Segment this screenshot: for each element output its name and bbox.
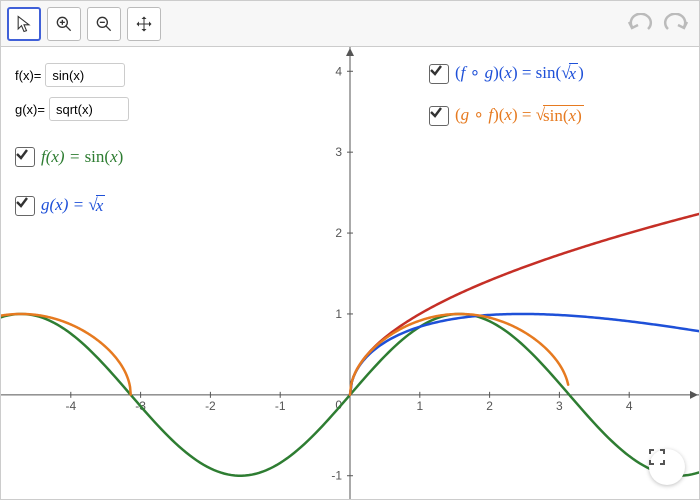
undo-redo-group [623, 9, 693, 39]
legend-f-checkbox[interactable] [15, 147, 35, 167]
legend-gof-label: (g ∘ f)(x) = √sin(x) [455, 105, 584, 126]
undo-button[interactable] [623, 9, 657, 39]
svg-text:1: 1 [416, 399, 423, 413]
f-input-row: f(x)= [15, 63, 125, 87]
check-icon [15, 147, 29, 161]
legend-f: f(x) = sin(x) [15, 147, 123, 167]
zoom-out-tool[interactable] [87, 7, 121, 41]
check-icon [15, 195, 29, 209]
undo-icon [626, 13, 654, 35]
legend-g: g(x) = √x [15, 195, 105, 216]
check-icon [429, 105, 443, 119]
svg-text:4: 4 [626, 399, 633, 413]
f-input[interactable] [45, 63, 125, 87]
legend-g-label: g(x) = √x [41, 195, 105, 216]
legend-gof: (g ∘ f)(x) = √sin(x) [429, 105, 584, 126]
g-input-row: g(x)= [15, 97, 129, 121]
svg-text:-1: -1 [275, 399, 286, 413]
svg-text:2: 2 [335, 226, 342, 240]
pointer-tool[interactable] [7, 7, 41, 41]
svg-text:-4: -4 [65, 399, 76, 413]
svg-text:3: 3 [556, 399, 563, 413]
zoom-in-tool[interactable] [47, 7, 81, 41]
svg-text:-2: -2 [205, 399, 216, 413]
plot-area[interactable]: -4-3-2-11234-112340 f(x)= g(x)= f(x) = s… [1, 47, 699, 499]
svg-text:-1: -1 [331, 469, 342, 483]
svg-text:3: 3 [335, 145, 342, 159]
legend-f-label: f(x) = sin(x) [41, 147, 123, 167]
fullscreen-icon [649, 449, 665, 465]
f-input-label: f(x)= [15, 68, 41, 83]
legend-fog: (f ∘ g)(x) = sin(√x) [429, 63, 584, 84]
check-icon [429, 63, 443, 77]
toolbar [1, 1, 699, 47]
fullscreen-button[interactable] [649, 449, 685, 485]
legend-gof-checkbox[interactable] [429, 106, 449, 126]
pan-icon [134, 14, 154, 34]
g-input-label: g(x)= [15, 102, 45, 117]
svg-text:1: 1 [335, 307, 342, 321]
redo-button[interactable] [659, 9, 693, 39]
legend-fog-checkbox[interactable] [429, 64, 449, 84]
g-input[interactable] [49, 97, 129, 121]
legend-fog-label: (f ∘ g)(x) = sin(√x) [455, 63, 584, 84]
redo-icon [662, 13, 690, 35]
pan-tool[interactable] [127, 7, 161, 41]
legend-g-checkbox[interactable] [15, 196, 35, 216]
pointer-icon [14, 14, 34, 34]
svg-text:4: 4 [335, 64, 342, 78]
zoom-out-icon [94, 14, 114, 34]
zoom-in-icon [54, 14, 74, 34]
app-window: -4-3-2-11234-112340 f(x)= g(x)= f(x) = s… [0, 0, 700, 500]
svg-text:2: 2 [486, 399, 493, 413]
